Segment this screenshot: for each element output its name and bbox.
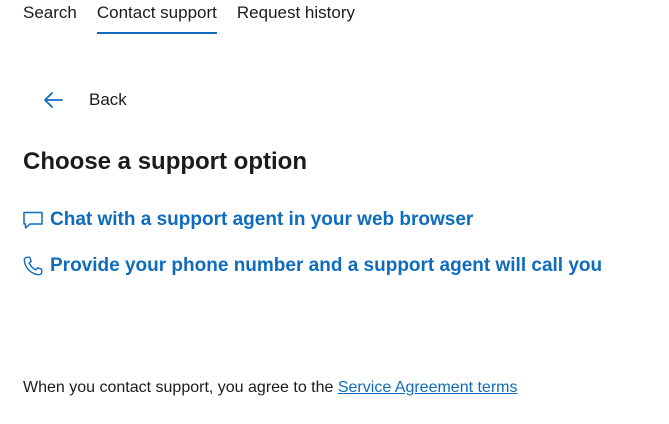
phone-icon bbox=[22, 255, 44, 277]
tab-bar: Search Contact support Request history bbox=[23, 0, 355, 34]
contact-support-page: Search Contact support Request history B… bbox=[0, 0, 669, 424]
tab-contact-support[interactable]: Contact support bbox=[96, 0, 217, 34]
page-title: Choose a support option bbox=[23, 148, 307, 175]
agreement-text: When you contact support, you agree to t… bbox=[23, 379, 338, 396]
tab-request-history[interactable]: Request history bbox=[237, 0, 355, 34]
chat-option-label: Chat with a support agent in your web br… bbox=[50, 209, 474, 230]
arrow-left-icon bbox=[41, 88, 65, 112]
service-agreement-notice: When you contact support, you agree to t… bbox=[23, 379, 517, 397]
callback-option-label: Provide your phone number and a support … bbox=[50, 255, 603, 276]
callback-option-link[interactable]: Provide your phone number and a support … bbox=[22, 255, 602, 277]
back-button[interactable]: Back bbox=[41, 88, 127, 112]
chat-bubble-icon bbox=[22, 209, 44, 231]
service-agreement-link[interactable]: Service Agreement terms bbox=[338, 379, 518, 396]
back-label: Back bbox=[89, 90, 127, 109]
tab-search[interactable]: Search bbox=[23, 0, 77, 34]
chat-option-link[interactable]: Chat with a support agent in your web br… bbox=[22, 209, 473, 231]
